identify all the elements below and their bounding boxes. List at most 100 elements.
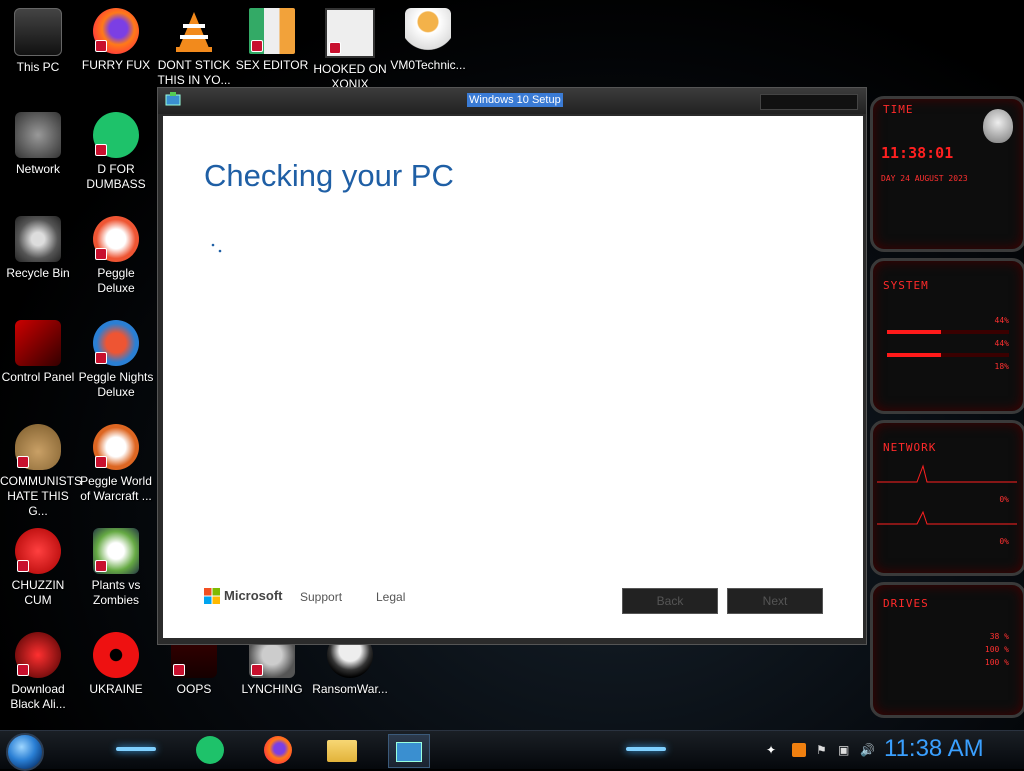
- network-tray-icon[interactable]: ▣: [838, 743, 852, 757]
- desktop-icon-peggle-deluxe[interactable]: Peggle Deluxe: [78, 216, 154, 296]
- desktop-icon-label: Peggle Deluxe: [97, 266, 135, 295]
- drive-value-3: 100 %: [984, 658, 1009, 667]
- window-titlebar[interactable]: Windows 10 Setup: [158, 88, 866, 114]
- legal-link[interactable]: Legal: [376, 590, 405, 604]
- drive-value-1: 38 %: [989, 632, 1009, 641]
- xonix-icon: [325, 8, 375, 58]
- window-controls[interactable]: [760, 94, 858, 110]
- windows-setup-window[interactable]: Windows 10 Setup Checking your PC Micros…: [157, 87, 867, 645]
- desktop-icon-plants-vs-zombies[interactable]: Plants vs Zombies: [78, 528, 154, 608]
- setup-content: Checking your PC Microsoft Support Legal…: [163, 116, 863, 638]
- system-bar-2: [887, 353, 1009, 357]
- desktop-icon-label: UKRAINE: [89, 682, 143, 696]
- tray-overflow-icon[interactable]: ✦: [766, 743, 780, 757]
- desktop-icon-d-for-dumbass[interactable]: D FOR DUMBASS: [78, 112, 154, 192]
- desktop-icon-label: CHUZZIN CUM: [11, 578, 65, 607]
- hxd-icon: [249, 8, 295, 54]
- desktop-icon-label: VM0Technic...: [390, 58, 466, 72]
- peggle-icon: [93, 216, 139, 262]
- this-pc-icon: [14, 8, 62, 56]
- desktop-icon-control-panel[interactable]: Control Panel: [0, 320, 76, 385]
- desktop-icon-label: RansomWar...: [312, 682, 388, 696]
- desktop-icon-ukraine[interactable]: UKRAINE: [78, 632, 154, 697]
- desktop-icon-label: SEX EDITOR: [235, 58, 309, 72]
- desktop-icon-label: LYNCHING: [241, 682, 303, 696]
- system-bar-1: [887, 330, 1009, 334]
- chuzzle-icon: [15, 528, 61, 574]
- system-value-3: 18%: [994, 362, 1009, 371]
- desktop-icon-download-black-alien[interactable]: Download Black Ali...: [0, 632, 76, 712]
- desktop-icon-label: Peggle World of Warcraft ...: [80, 474, 152, 503]
- network-graph-2: [877, 510, 1017, 525]
- desktop-icon-furry-fux[interactable]: FURRY FUX: [78, 8, 154, 73]
- file-explorer-icon: [327, 740, 357, 762]
- desktop-icon-hooked-on-xonix[interactable]: HOOKED ON XONIX: [312, 8, 388, 92]
- volume-icon[interactable]: 🔊: [860, 743, 875, 757]
- time-widget-clock: 11:38:01: [881, 144, 954, 162]
- alien-widget-column: TIME 11:38:01 DAY 24 AUGUST 2023 SYSTEM …: [866, 88, 1024, 728]
- plants-vs-zombies-icon: [93, 528, 139, 574]
- desktop-icon-chuzzin[interactable]: CHUZZIN CUM: [0, 528, 76, 608]
- tray-app-icon[interactable]: [792, 743, 806, 757]
- taskbar-glow: [116, 747, 156, 751]
- recycle-bin-icon: [15, 216, 61, 262]
- desktop-icon-vm0technic[interactable]: VM0Technic...: [390, 8, 466, 73]
- desktop-icon-label: Recycle Bin: [6, 266, 70, 280]
- desktop-icon-label: This PC: [16, 60, 60, 74]
- network-value-1: 0%: [999, 495, 1009, 504]
- system-widget-title: SYSTEM: [883, 279, 929, 292]
- start-button[interactable]: [6, 733, 44, 771]
- firefox-icon: [93, 8, 139, 54]
- microsoft-logo-icon: [204, 588, 220, 604]
- alien-head-icon: [983, 109, 1013, 143]
- money-bag-icon: [15, 424, 61, 470]
- taskbar-glow: [626, 747, 666, 751]
- taskbar-file-explorer[interactable]: [322, 734, 362, 766]
- desktop-icon-label: DONT STICK THIS IN YO...: [157, 58, 231, 87]
- desktop-icon-label: Peggle Nights Deluxe: [78, 370, 154, 399]
- system-widget: SYSTEM 44% 44% 18%: [870, 258, 1024, 414]
- support-link[interactable]: Support: [300, 590, 342, 604]
- vlc-icon: [171, 8, 217, 54]
- desktop-icon-sex-editor[interactable]: SEX EDITOR: [234, 8, 310, 73]
- back-button[interactable]: Back: [622, 588, 718, 614]
- desktop-icon-dont-stick[interactable]: DONT STICK THIS IN YO...: [156, 8, 232, 88]
- taskbar-firefox[interactable]: [258, 734, 298, 766]
- desktop-icon-label: Control Panel: [1, 370, 75, 384]
- desktop-icon-communists[interactable]: COMMUNISTS HATE THIS G...: [0, 424, 82, 519]
- system-tray: ✦ ⚑ ▣ 🔊: [762, 735, 875, 765]
- microsoft-brand-label: Microsoft: [224, 588, 283, 603]
- network-widget: NETWORK 0% 0%: [870, 420, 1024, 576]
- time-widget: TIME 11:38:01 DAY 24 AUGUST 2023: [870, 96, 1024, 252]
- chat-app-icon: [93, 112, 139, 158]
- taskbar-chat-app[interactable]: [190, 734, 230, 766]
- setup-app-icon: [165, 92, 181, 106]
- radiation-icon: [93, 632, 139, 678]
- control-panel-icon: [15, 320, 61, 366]
- desktop-icon-recycle-bin[interactable]: Recycle Bin: [0, 216, 76, 281]
- desktop-icon-label: COMMUNISTS HATE THIS G...: [0, 474, 82, 518]
- loading-spinner-icon: [211, 243, 222, 253]
- desktop-icon-label: FURRY FUX: [81, 58, 151, 72]
- system-value-1: 44%: [994, 316, 1009, 325]
- desktop-icon-label: D FOR DUMBASS: [86, 162, 146, 191]
- desktop-icon-peggle-wow[interactable]: Peggle World of Warcraft ...: [78, 424, 154, 504]
- chat-app-icon: [196, 736, 224, 764]
- desktop-icon-this-pc[interactable]: This PC: [0, 8, 76, 75]
- time-widget-date: DAY 24 AUGUST 2023: [881, 174, 968, 183]
- doctor-icon: [405, 8, 451, 54]
- window-title: Windows 10 Setup: [467, 93, 563, 107]
- drive-value-2: 100 %: [984, 645, 1009, 654]
- taskbar-windows-setup[interactable]: [388, 734, 430, 768]
- taskbar-clock[interactable]: 11:38 AM: [884, 735, 984, 763]
- desktop-icon-peggle-nights[interactable]: Peggle Nights Deluxe: [78, 320, 154, 400]
- firefox-icon: [264, 736, 292, 764]
- taskbar: ✦ ⚑ ▣ 🔊 11:38 AM: [0, 730, 1024, 771]
- next-button[interactable]: Next: [727, 588, 823, 614]
- network-graph: [877, 464, 1017, 483]
- network-value-2: 0%: [999, 537, 1009, 546]
- windows-setup-icon: [396, 742, 422, 762]
- drives-widget-title: DRIVES: [883, 597, 929, 610]
- desktop-icon-network[interactable]: Network: [0, 112, 76, 177]
- action-center-flag-icon[interactable]: ⚑: [816, 743, 830, 757]
